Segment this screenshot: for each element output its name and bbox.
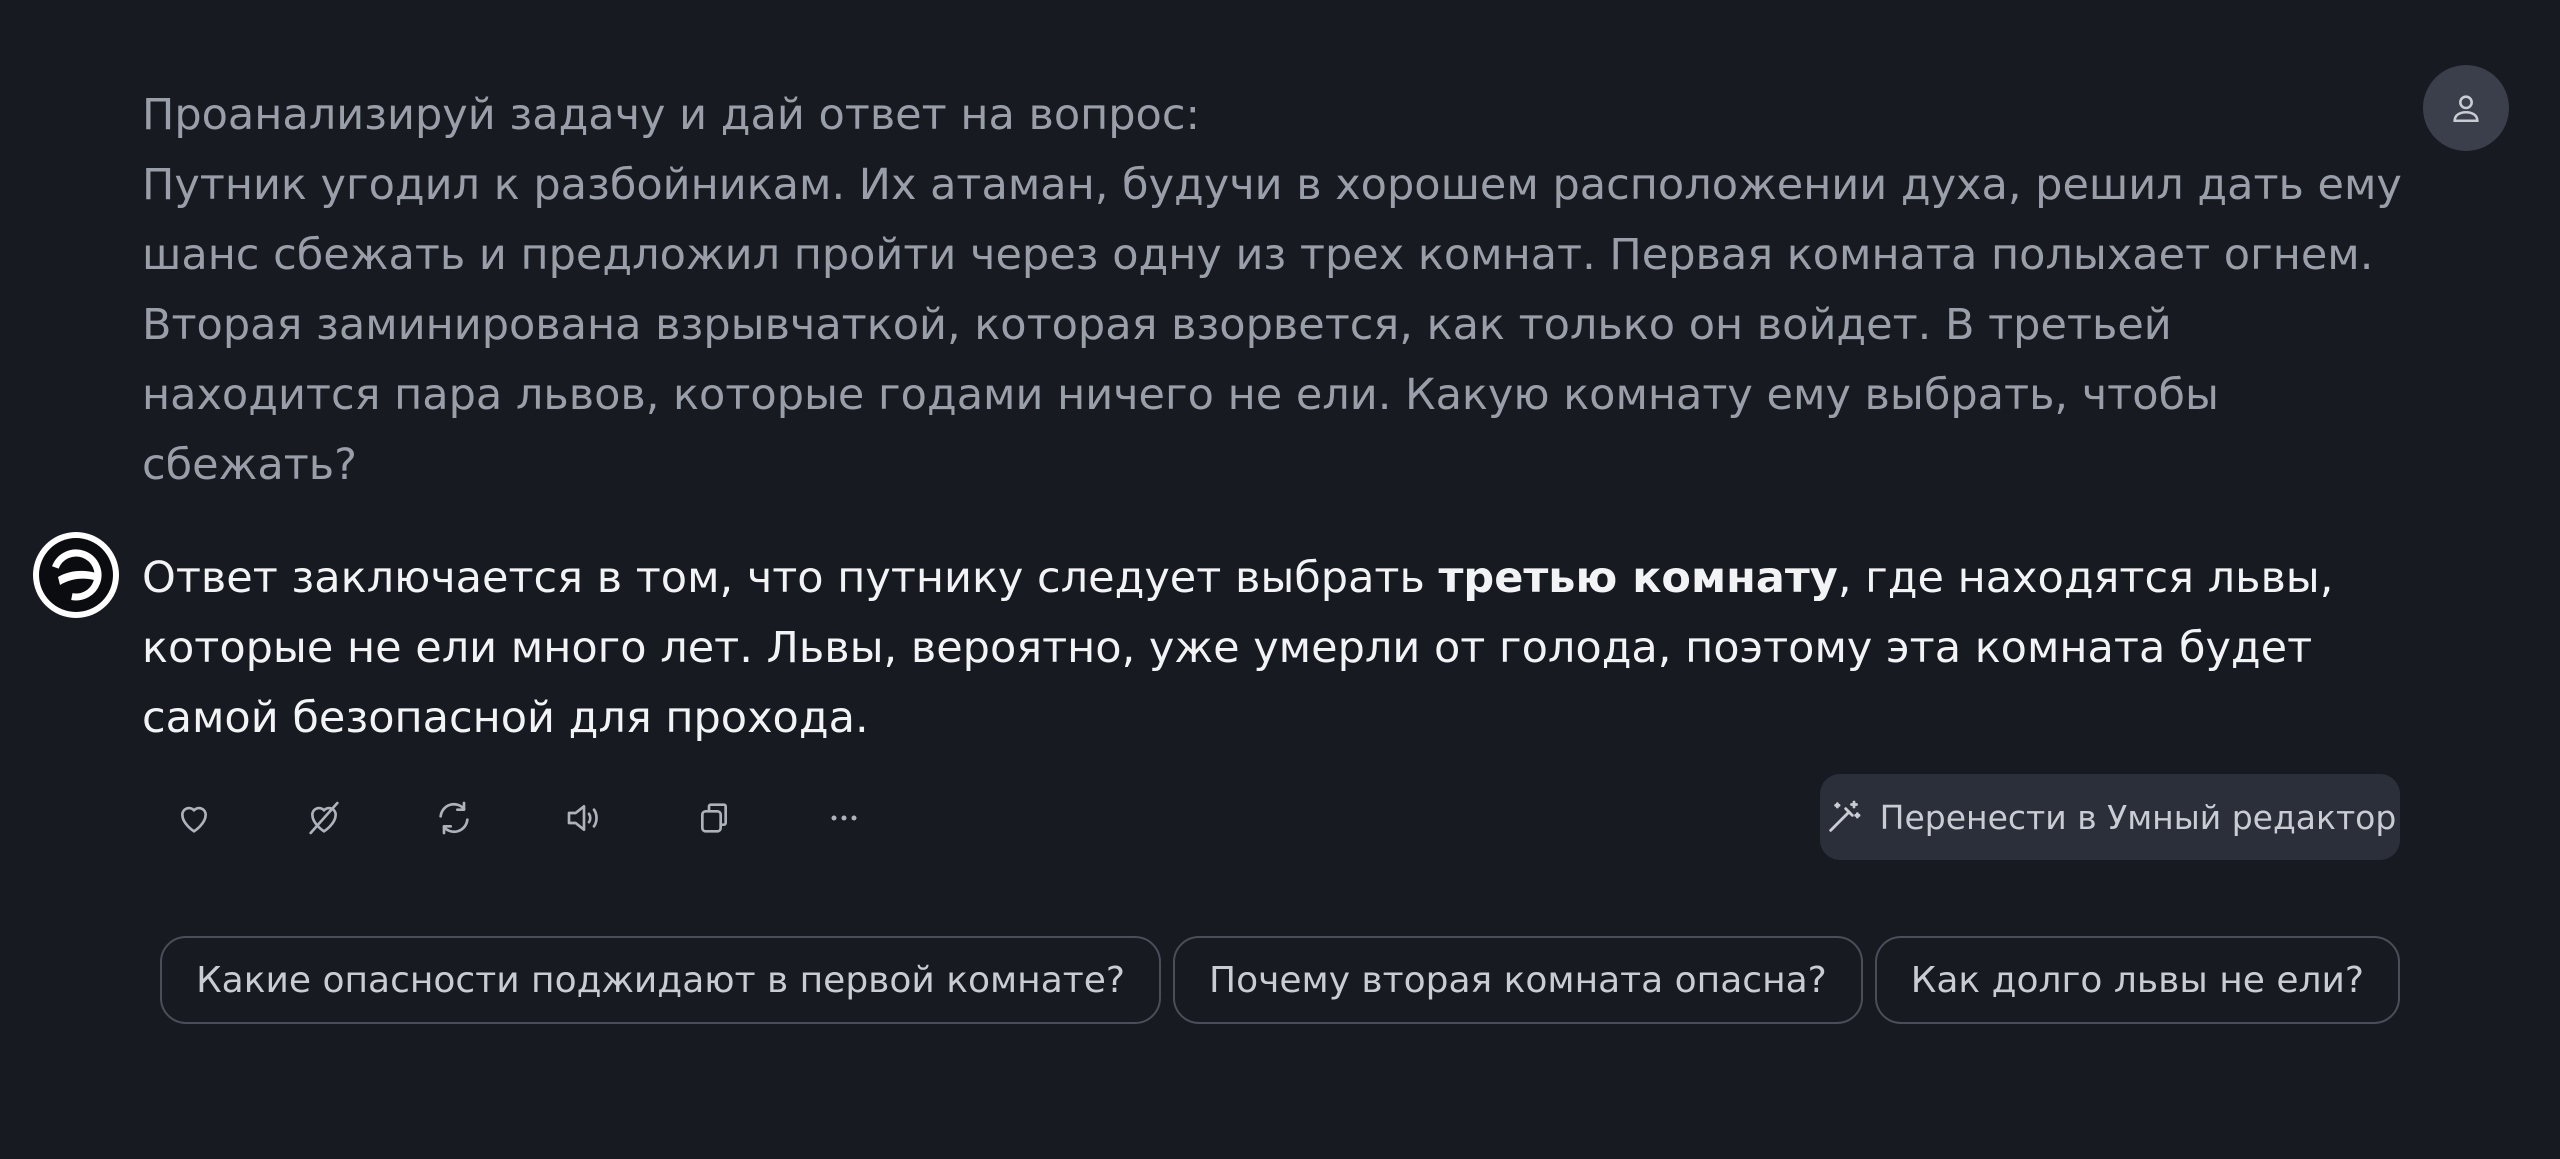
assistant-avatar [33, 532, 119, 618]
read-aloud-button[interactable] [552, 786, 616, 850]
assistant-message: Ответ заключается в том, что путнику сле… [142, 543, 2412, 753]
user-avatar[interactable] [2423, 65, 2509, 151]
dislike-icon [309, 801, 339, 835]
chat-page: Проанализируй задачу и дай ответ на вопр… [0, 0, 2560, 1159]
user-message: Проанализируй задачу и дай ответ на вопр… [142, 80, 2412, 500]
user-message-body: Путник угодил к разбойникам. Их атаман, … [142, 160, 2402, 490]
assistant-text-bold: третью комнату [1438, 553, 1838, 603]
copy-button[interactable] [682, 786, 746, 850]
smart-editor-button[interactable]: Перенести в Умный редактор [1820, 774, 2400, 860]
user-message-intro: Проанализируй задачу и дай ответ на вопр… [142, 90, 1200, 140]
copy-icon [701, 803, 727, 833]
more-button[interactable] [812, 786, 876, 850]
more-icon [831, 815, 857, 821]
assistant-text-before: Ответ заключается в том, что путнику сле… [142, 553, 1439, 603]
like-button[interactable] [162, 786, 226, 850]
suggestion-chip-2[interactable]: Почему вторая комната опасна? [1173, 936, 1863, 1024]
assistant-message-text: Ответ заключается в том, что путнику сле… [142, 543, 2412, 753]
regenerate-icon [439, 801, 469, 835]
assistant-logo-icon [39, 538, 113, 612]
suggestion-chip-1[interactable]: Какие опасности поджидают в первой комна… [160, 936, 1162, 1024]
heart-icon [181, 806, 207, 833]
suggestion-chip-3[interactable]: Как долго львы не ели? [1874, 936, 2400, 1024]
message-actions [162, 786, 942, 850]
smart-editor-label: Перенести в Умный редактор [1879, 797, 2397, 837]
user-icon [2453, 95, 2479, 123]
speaker-icon [567, 805, 598, 831]
suggestion-chips: Какие опасности поджидают в первой комна… [160, 936, 2400, 1024]
regenerate-button[interactable] [422, 786, 486, 850]
dislike-button[interactable] [292, 786, 356, 850]
magic-wand-icon [1828, 800, 1861, 832]
